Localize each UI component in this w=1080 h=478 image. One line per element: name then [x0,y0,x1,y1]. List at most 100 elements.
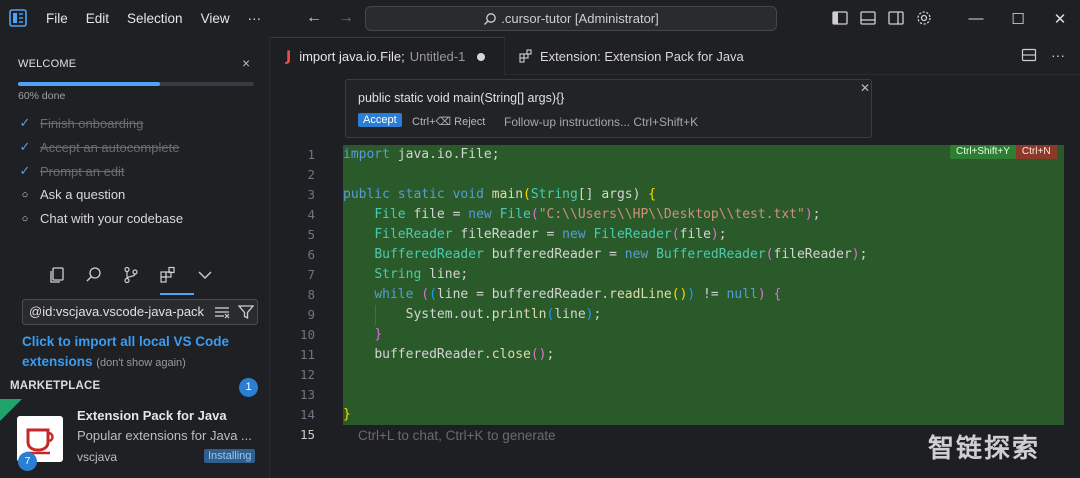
menu-more[interactable]: ··· [248,11,262,26]
code-line-5[interactable]: FileReader fileReader = new FileReader(f… [343,225,726,245]
keyword: while [374,287,414,302]
split-editor-icon[interactable] [1021,47,1037,63]
menu-selection[interactable]: Selection [127,11,183,26]
keyword: import [343,147,390,162]
code-line-11[interactable]: bufferedReader.close(); [343,345,554,365]
dont-show-again-link[interactable]: (don't show again) [96,357,186,369]
source-control-icon[interactable] [122,266,140,284]
code-text: != [695,287,727,302]
toggle-panel-icon[interactable] [859,9,877,27]
code-text: System.out. [405,307,492,322]
tab-subtitle: Untitled-1 [409,49,466,64]
code-line-14[interactable]: } [343,405,351,425]
follow-up-input[interactable]: Follow-up instructions... Ctrl+Shift+K [504,115,698,129]
line-number: 4 [307,207,315,222]
toggle-secondary-sidebar-icon[interactable] [887,9,905,27]
paren: ( [671,227,680,242]
type-name: BufferedReader [374,247,484,262]
keyword: new [562,227,586,242]
extension-search-actions [214,304,254,320]
code-text: line = bufferedReader. [436,287,610,302]
back-arrow-icon[interactable]: ← [306,9,322,27]
paren: ) [804,207,813,222]
menu-view[interactable]: View [201,11,230,26]
extension-publisher: vscjava [77,450,118,464]
menu-edit[interactable]: Edit [86,11,109,26]
close-window-button[interactable]: ✕ [1039,10,1080,28]
code-line-7[interactable]: String line; [343,265,468,285]
function-name: println [491,307,547,322]
task-accept-autocomplete[interactable]: ✓ Accept an autocomplete [18,139,180,155]
task-prompt-edit[interactable]: ✓ Prompt an edit [18,163,125,179]
code-line-6[interactable]: BufferedReader bufferedReader = new Buff… [343,245,867,265]
menu-bar: File Edit Selection View ··· [46,0,279,37]
installing-status-button[interactable]: Installing [204,449,256,463]
keyword: null [726,287,758,302]
accept-diff-button[interactable]: Ctrl+Shift+Y [950,145,1016,159]
tab-extension-pack[interactable]: Extension: Extension Pack for Java [505,37,775,75]
code-line-4[interactable]: File file = new File("C:\\Users\\HP\\Des… [343,205,820,225]
search-icon[interactable] [85,266,103,284]
code-text: file = [405,207,469,222]
type-name: String [530,187,578,202]
extension-list-item[interactable]: 7 Extension Pack for Java Popular extens… [0,399,270,478]
code-line-1[interactable]: import java.io.File; [343,145,500,165]
paren: ( [523,187,531,202]
brace: { [648,187,657,202]
command-center-text: .cursor-tutor [Administrator] [501,11,659,26]
tab-title: Extension: Extension Pack for Java [540,48,744,64]
sidebar: WELCOME × 60% done ✓ Finish onboarding ✓… [0,37,270,478]
import-extensions-link[interactable]: Click to import all local VS Code extens… [22,332,262,373]
line-number: 14 [299,407,315,422]
gear-icon[interactable] [915,9,933,27]
line-number-current: 15 [299,427,315,442]
paren: ) [585,307,594,322]
close-icon[interactable]: ✕ [860,81,870,95]
window-controls: — ☐ ✕ [955,0,1080,37]
diff-actions: Ctrl+Shift+Y Ctrl+N [950,145,1057,159]
keyword: new [624,247,649,262]
close-icon[interactable]: × [242,55,250,71]
files-icon[interactable] [48,266,66,284]
check-icon: ✓ [19,139,31,154]
code-line-10[interactable]: } [343,325,382,345]
line-number: 7 [307,267,315,282]
code-line-8[interactable]: while ((line = bufferedReader.readLine()… [343,285,781,305]
line-number: 6 [307,247,315,262]
reject-button[interactable]: Ctrl+⌫ Reject [412,115,485,128]
clear-filter-icon[interactable] [214,304,230,320]
code-line-3[interactable]: public static void main(String[] args) { [343,185,656,205]
line-number: 8 [307,287,315,302]
line-number: 1 [307,147,315,162]
tab-untitled-1[interactable]: J import java.io.File; Untitled-1 [271,37,505,75]
task-label: Chat with your codebase [40,211,184,226]
maximize-button[interactable]: ☐ [997,10,1039,28]
minimize-button[interactable]: — [955,10,997,27]
menu-file[interactable]: File [46,11,68,26]
task-chat-codebase[interactable]: ○ Chat with your codebase [18,211,183,226]
inline-edit-prompt[interactable]: public static void main(String[] args){} [358,91,564,105]
marketplace-heading[interactable]: MARKETPLACE [10,380,100,392]
command-center[interactable]: .cursor-tutor [Administrator] [365,6,777,31]
toggle-sidebar-icon[interactable] [831,9,849,27]
line-number: 5 [307,227,315,242]
forward-arrow-icon[interactable]: → [338,9,354,27]
type-name: String [374,267,422,282]
navigation-arrows: ← → [306,9,354,27]
paren: () [671,287,688,302]
extension-pack-count-badge: 7 [18,452,37,471]
filter-icon[interactable] [238,304,254,320]
accept-button[interactable]: Accept [358,113,402,127]
code-line-9[interactable]: System.out.println(line); [343,305,602,325]
more-actions-icon[interactable]: ··· [1051,47,1065,63]
active-view-indicator [160,293,194,295]
task-ask-question[interactable]: ○ Ask a question [18,187,126,202]
chevron-down-icon[interactable] [196,266,214,284]
unsaved-dot-icon[interactable] [477,52,486,61]
task-finish-onboarding[interactable]: ✓ Finish onboarding [18,115,144,131]
reject-diff-button[interactable]: Ctrl+N [1015,145,1057,159]
task-label: Finish onboarding [40,115,144,131]
extensions-icon[interactable] [159,266,177,284]
title-bar: File Edit Selection View ··· ← → .cursor… [0,0,1080,37]
keyword: void [452,187,484,202]
